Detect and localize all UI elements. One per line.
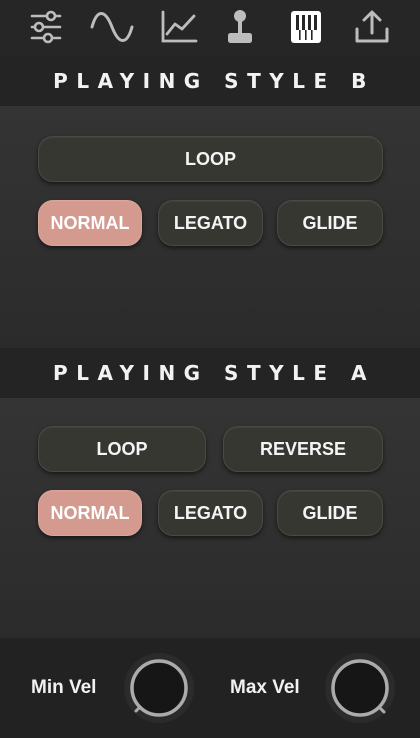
- toolbar: [0, 0, 420, 56]
- style-a-reverse-button[interactable]: REVERSE: [223, 426, 383, 472]
- section-title: PLAYING STYLE B: [53, 69, 375, 93]
- style-a-loop-button[interactable]: LOOP: [38, 426, 206, 472]
- style-a-glide-button[interactable]: GLIDE: [277, 490, 383, 536]
- waveform-icon[interactable]: [88, 6, 136, 48]
- style-a-legato-button[interactable]: LEGATO: [158, 490, 263, 536]
- style-b-glide-button[interactable]: GLIDE: [277, 200, 383, 246]
- style-b-legato-button[interactable]: LEGATO: [158, 200, 263, 246]
- min-vel-knob[interactable]: [123, 652, 195, 724]
- playing-style-b-header: PLAYING STYLE B: [0, 56, 420, 106]
- style-a-normal-button[interactable]: NORMAL: [38, 490, 142, 536]
- playing-style-panel: PLAYING STYLE B LOOP NORMAL LEGATO GLIDE…: [0, 0, 420, 738]
- joystick-icon[interactable]: [216, 6, 264, 48]
- min-vel-label: Min Vel: [31, 677, 97, 698]
- chart-icon[interactable]: [155, 6, 203, 48]
- max-vel-knob[interactable]: [324, 652, 396, 724]
- playing-style-a-header: PLAYING STYLE A: [0, 348, 420, 398]
- style-b-loop-button[interactable]: LOOP: [38, 136, 383, 182]
- section-title: PLAYING STYLE A: [53, 361, 375, 385]
- style-b-normal-button[interactable]: NORMAL: [38, 200, 142, 246]
- max-vel-label: Max Vel: [230, 677, 300, 698]
- upload-icon[interactable]: [348, 6, 396, 48]
- sliders-icon[interactable]: [22, 6, 70, 48]
- keyboard-icon[interactable]: [282, 6, 330, 48]
